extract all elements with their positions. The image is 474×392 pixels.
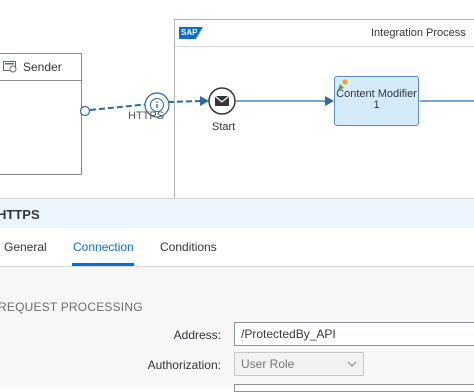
envelope-icon xyxy=(214,95,230,106)
active-tab-indicator xyxy=(72,263,134,266)
panel-title-bar: HTTPS xyxy=(0,198,474,229)
sequence-flow-arrow xyxy=(325,96,334,106)
authorization-selected-value: User Role xyxy=(241,357,295,371)
properties-tabbar: General Connection Conditions xyxy=(0,228,474,267)
properties-panel: HTTPS General Connection Conditions REQU… xyxy=(0,198,474,387)
panel-title: HTTPS xyxy=(0,207,40,222)
tab-connection[interactable]: Connection xyxy=(73,240,134,254)
connector-start-point[interactable] xyxy=(79,105,91,117)
next-field-input[interactable] xyxy=(234,384,474,392)
address-input[interactable] xyxy=(234,322,474,346)
content-modifier-label: Content Modifier 1 xyxy=(336,88,417,111)
authorization-label: Authorization: xyxy=(147,358,221,372)
content-modifier-task[interactable]: Content Modifier 1 xyxy=(334,76,419,126)
authorization-select[interactable]: User Role xyxy=(234,352,364,376)
section-title: REQUEST PROCESSING xyxy=(0,300,143,314)
integration-flow-canvas: Sender SAP Integration Process HTTPS Sta… xyxy=(0,0,474,206)
start-event-label: Start xyxy=(212,121,236,133)
https-channel-label: HTTPS xyxy=(128,110,165,122)
https-channel-line-segment[interactable] xyxy=(167,100,203,103)
chevron-down-icon xyxy=(347,361,357,367)
tab-general[interactable]: General xyxy=(4,240,47,254)
address-label: Address: xyxy=(173,328,221,342)
tab-conditions[interactable]: Conditions xyxy=(160,240,217,254)
channel-arrow-head xyxy=(200,96,209,106)
